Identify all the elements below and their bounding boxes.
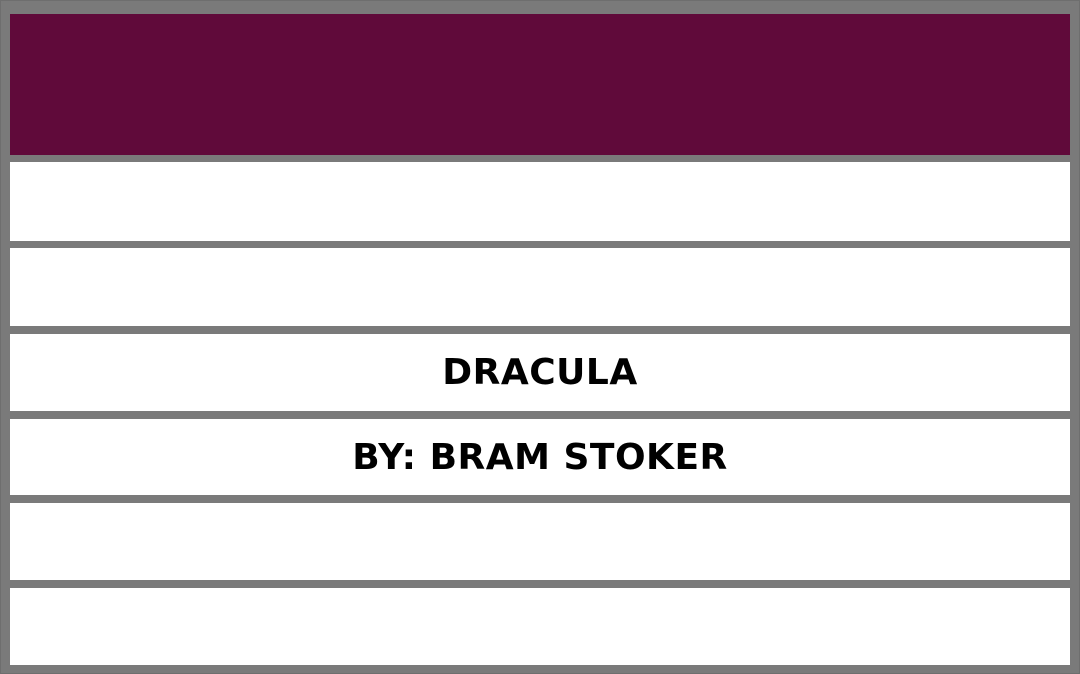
header-color-band bbox=[10, 14, 1070, 155]
title-row: DRACULA bbox=[10, 334, 1070, 411]
blank-row bbox=[10, 162, 1070, 241]
book-author: BY: BRAM STOKER bbox=[352, 436, 728, 478]
book-title-card: DRACULA BY: BRAM STOKER bbox=[0, 0, 1080, 674]
blank-row bbox=[10, 588, 1070, 665]
blank-row bbox=[10, 248, 1070, 326]
byline-row: BY: BRAM STOKER bbox=[10, 419, 1070, 495]
book-title: DRACULA bbox=[442, 352, 638, 393]
blank-row bbox=[10, 503, 1070, 580]
